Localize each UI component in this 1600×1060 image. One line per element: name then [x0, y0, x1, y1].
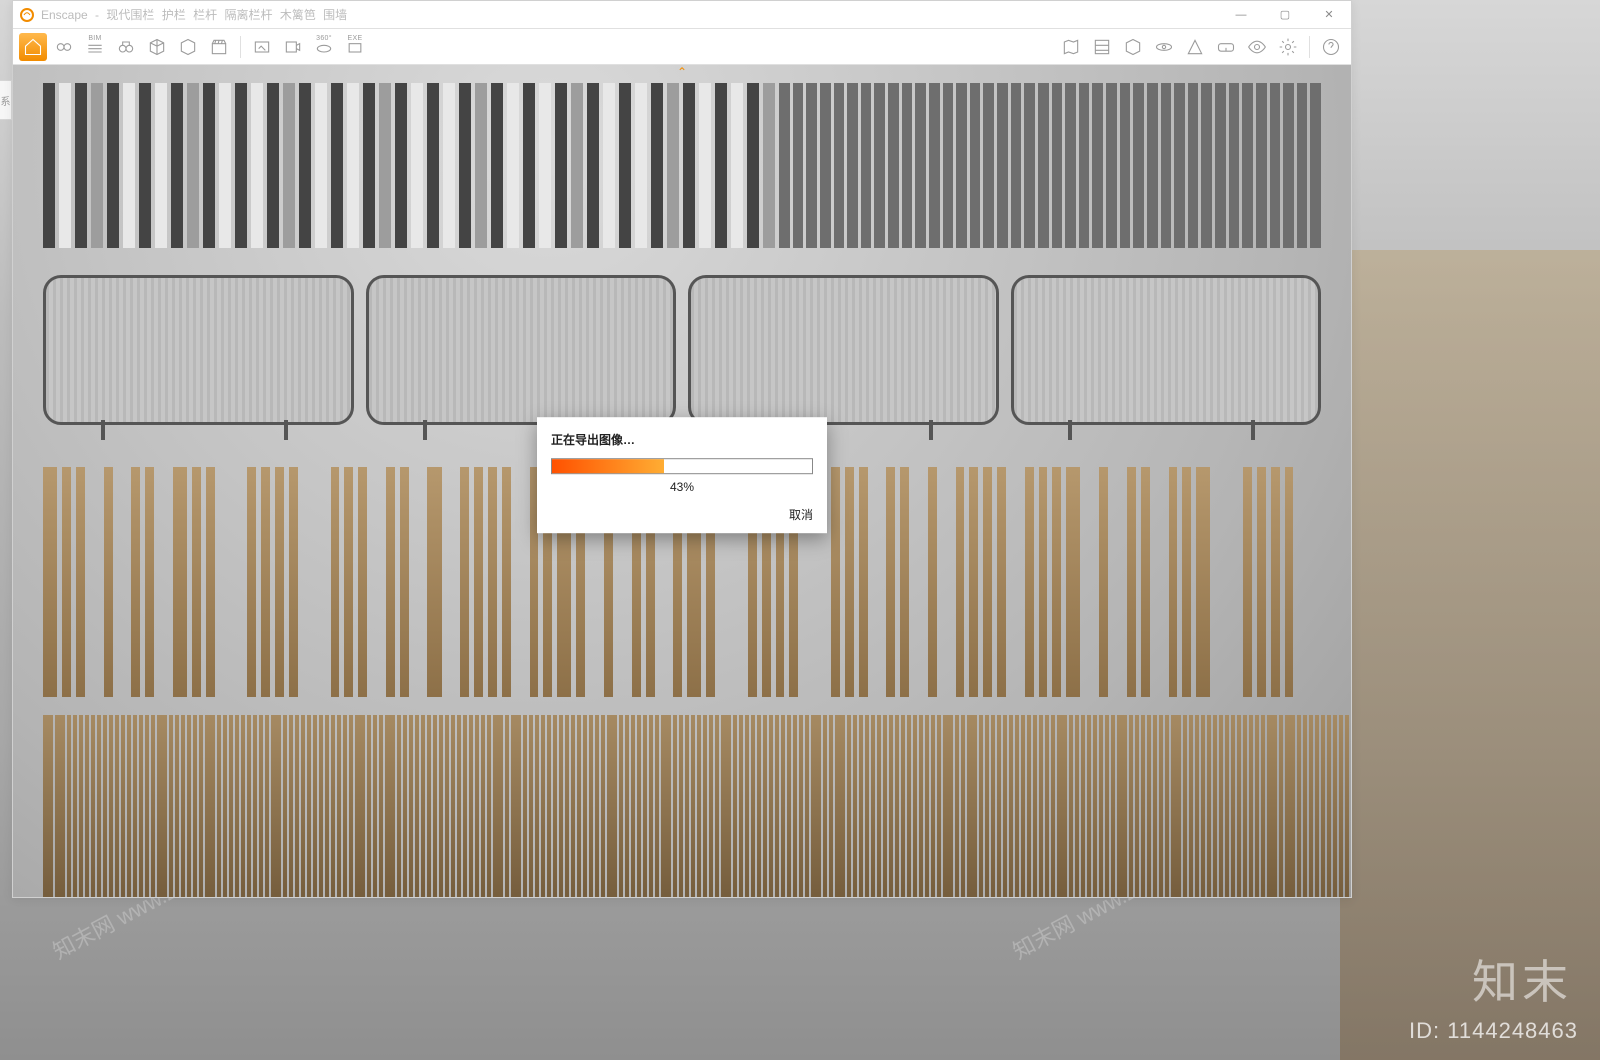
window-close-button[interactable]: ✕ [1307, 1, 1351, 29]
title-part: 围墙 [323, 8, 347, 22]
title-part: 木篱笆 [280, 8, 316, 22]
titlebar: Enscape - 现代围栏 护栏 栏杆 隔离栏杆 木篱笆 围墙 — ▢ ✕ [13, 1, 1351, 29]
vr-icon[interactable] [1212, 33, 1240, 61]
chevron-up-icon[interactable]: ⌃ [677, 65, 687, 79]
window-minimize-button[interactable]: — [1219, 1, 1263, 29]
help-icon[interactable] [1317, 33, 1345, 61]
export-exe-icon[interactable]: EXE [341, 33, 369, 61]
fence-row-barriers [43, 275, 1321, 425]
orbit-icon[interactable] [1150, 33, 1178, 61]
title-part: 护栏 [162, 8, 186, 22]
gear-icon[interactable] [1274, 33, 1302, 61]
fence-row-wood-dense [43, 715, 1321, 897]
progress-fill [552, 459, 664, 473]
object-icon[interactable] [1119, 33, 1147, 61]
home-icon[interactable] [19, 33, 47, 61]
cube-icon[interactable] [174, 33, 202, 61]
export-image-icon[interactable] [248, 33, 276, 61]
barrier-panel [1011, 275, 1322, 425]
fence-row-metal [43, 83, 1321, 248]
clapper-icon[interactable] [205, 33, 233, 61]
enscape-window: Enscape - 现代围栏 护栏 栏杆 隔离栏杆 木篱笆 围墙 — ▢ ✕ B… [12, 0, 1352, 898]
export-video-icon[interactable] [279, 33, 307, 61]
cube-a-icon[interactable] [143, 33, 171, 61]
title-part: 现代围栏 [106, 8, 154, 22]
left-edge-panel: 系 [0, 80, 12, 120]
binoculars-icon[interactable] [112, 33, 140, 61]
barrier-panel [366, 275, 677, 425]
render-viewport[interactable]: ⌃ 正在导出图像… 43% 取消 [13, 65, 1351, 897]
dialog-title: 正在导出图像… [551, 431, 813, 448]
progress-bar [551, 458, 813, 474]
cancel-button[interactable]: 取消 [551, 506, 813, 523]
app-logo-icon [19, 7, 35, 23]
export-progress-dialog: 正在导出图像… 43% 取消 [537, 417, 827, 533]
eye-icon[interactable] [1243, 33, 1271, 61]
progress-percent: 43% [551, 480, 813, 494]
map-icon[interactable] [1057, 33, 1085, 61]
barrier-panel [43, 275, 354, 425]
app-name: Enscape [41, 8, 88, 22]
fov-icon[interactable] [1181, 33, 1209, 61]
window-controls: — ▢ ✕ [1219, 1, 1351, 29]
bim-icon[interactable]: BIM [81, 33, 109, 61]
toolbar: BIM 360° EXE [13, 29, 1351, 65]
title-part: 隔离栏杆 [224, 8, 272, 22]
title-part: 栏杆 [193, 8, 217, 22]
export-360-icon[interactable]: 360° [310, 33, 338, 61]
barrier-panel [688, 275, 999, 425]
window-maximize-button[interactable]: ▢ [1263, 1, 1307, 29]
titlebar-text: Enscape - 现代围栏 护栏 栏杆 隔离栏杆 木篱笆 围墙 [41, 6, 351, 23]
link-icon[interactable] [50, 33, 78, 61]
assets-icon[interactable] [1088, 33, 1116, 61]
